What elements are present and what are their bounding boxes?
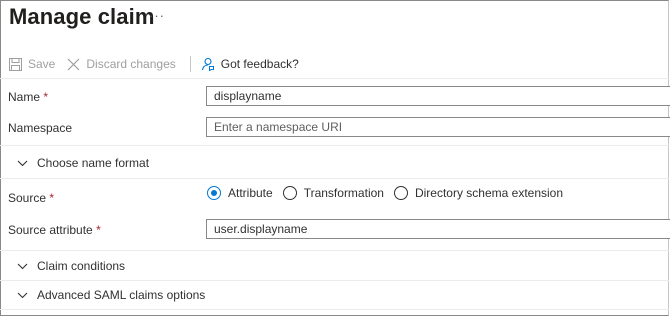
source-radio-group: Attribute Transformation Directory schem… xyxy=(207,186,573,200)
more-options-button[interactable]: ··· xyxy=(149,8,165,23)
page-title: Manage claim xyxy=(9,4,155,29)
name-input[interactable] xyxy=(206,86,670,106)
save-icon xyxy=(9,57,22,71)
claim-conditions-expander[interactable]: Claim conditions xyxy=(17,259,125,273)
name-format-expander[interactable]: Choose name format xyxy=(17,156,149,170)
toolbar-divider xyxy=(189,56,191,72)
name-format-label: Choose name format xyxy=(37,156,150,170)
namespace-label: Namespace xyxy=(8,121,73,135)
toolbar-divider-line xyxy=(0,78,669,79)
source-option-label: Transformation xyxy=(303,186,384,200)
feedback-button[interactable]: Got feedback? xyxy=(201,57,299,71)
discard-changes-button[interactable]: Discard changes xyxy=(67,57,176,71)
source-option-transformation[interactable]: Transformation xyxy=(282,186,384,200)
source-option-attribute[interactable]: Attribute xyxy=(207,186,273,200)
source-attribute-input[interactable] xyxy=(206,219,670,239)
source-option-label: Directory schema extension xyxy=(414,186,564,200)
chevron-down-icon xyxy=(17,263,28,269)
divider xyxy=(0,280,669,281)
divider xyxy=(0,178,669,179)
advanced-saml-label: Advanced SAML claims options xyxy=(37,288,206,302)
name-label: Name * xyxy=(8,90,49,104)
feedback-icon xyxy=(201,57,214,71)
source-option-directory-schema-extension[interactable]: Directory schema extension xyxy=(393,186,564,200)
save-button[interactable]: Save xyxy=(9,57,55,71)
source-label: Source * xyxy=(8,191,55,205)
divider xyxy=(0,250,669,251)
radio-icon xyxy=(393,186,408,200)
source-attribute-label: Source attribute * xyxy=(8,223,101,237)
save-label: Save xyxy=(28,57,56,71)
radio-selected-icon xyxy=(207,186,221,200)
chevron-down-icon xyxy=(17,292,28,298)
divider xyxy=(0,309,669,310)
feedback-label: Got feedback? xyxy=(220,57,299,71)
source-option-label: Attribute xyxy=(228,186,273,200)
claim-conditions-label: Claim conditions xyxy=(37,259,126,273)
discard-label: Discard changes xyxy=(86,57,176,71)
advanced-saml-expander[interactable]: Advanced SAML claims options xyxy=(17,288,205,302)
close-icon xyxy=(67,58,80,70)
command-bar: Save Discard changes Got feedback? xyxy=(9,52,299,76)
namespace-input[interactable] xyxy=(206,117,670,137)
divider xyxy=(0,145,669,146)
radio-icon xyxy=(282,186,297,200)
chevron-down-icon xyxy=(17,160,28,166)
